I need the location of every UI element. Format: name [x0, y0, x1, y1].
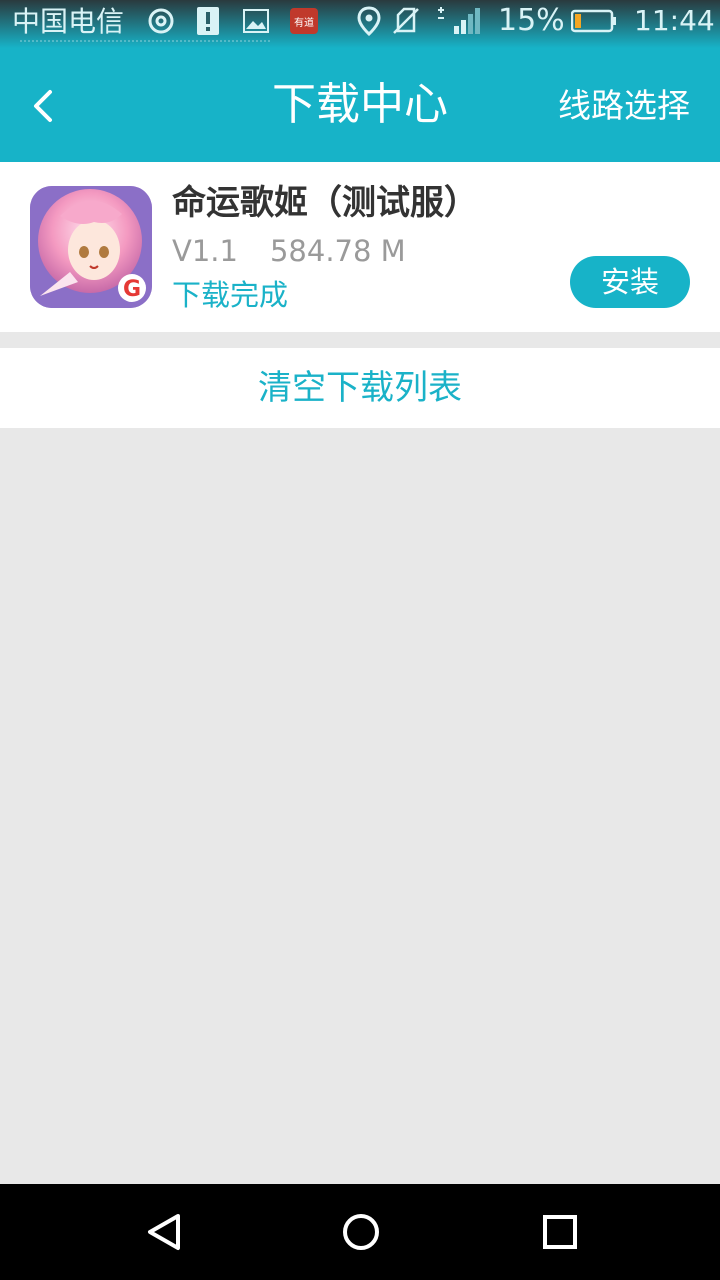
clear-download-list-button[interactable]: 清空下载列表: [0, 348, 720, 428]
app-icon-badge: G: [123, 277, 141, 302]
app-name: 命运歌姬（测试服）: [172, 183, 478, 223]
app-meta: V1.1 584.78 M: [172, 230, 406, 272]
section-divider: [0, 332, 720, 348]
image-icon: [242, 6, 270, 36]
app-version: V1.1: [172, 234, 238, 268]
notification-ghost: [20, 40, 270, 48]
status-bar: 中国电信 有道 15% 11:44: [0, 0, 720, 48]
battery-icon: [570, 6, 618, 36]
navigation-bar: [0, 1184, 720, 1280]
youdao-icon: 有道: [290, 6, 318, 36]
battery-percent: 15%: [498, 3, 565, 38]
recents-square-icon[interactable]: [536, 1208, 584, 1256]
alert-icon: [196, 6, 220, 36]
app-bar: 下载中心 线路选择: [0, 48, 720, 162]
sync-icon: [146, 6, 176, 36]
home-circle-icon[interactable]: [337, 1208, 385, 1256]
app-icon: G: [30, 186, 152, 308]
location-icon: [356, 6, 382, 36]
route-select-button[interactable]: 线路选择: [558, 84, 690, 128]
signal-icon: [436, 6, 480, 36]
app-size: 584.78 M: [269, 234, 406, 268]
no-sim-icon: [392, 6, 420, 36]
carrier-label: 中国电信: [12, 5, 125, 38]
back-triangle-icon[interactable]: [140, 1208, 188, 1256]
install-button[interactable]: 安装: [570, 256, 690, 308]
youdao-icon-text: 有道: [294, 16, 314, 29]
download-status: 下载完成: [172, 278, 289, 312]
clock: 11:44: [634, 4, 715, 37]
